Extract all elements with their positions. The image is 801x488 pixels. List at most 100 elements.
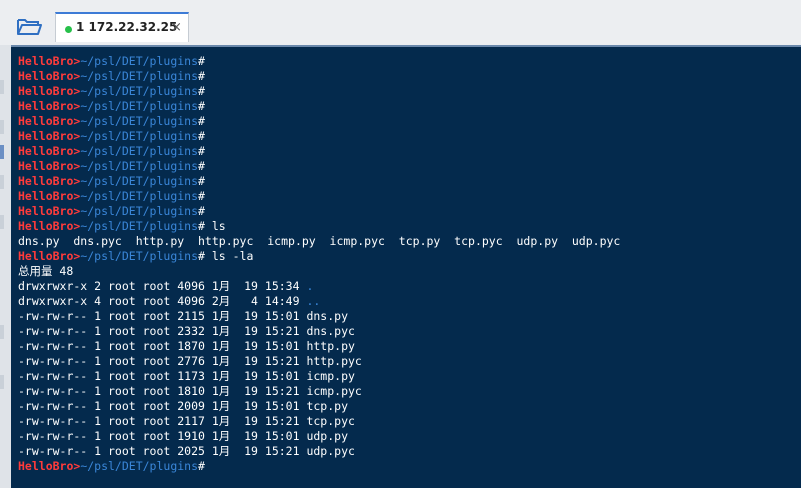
listing-name: http.py [306,339,355,353]
prompt-symbol: # [198,204,205,218]
command-text: ls -la [204,249,254,263]
listing-name: tcp.py [306,399,348,413]
listing-name: . [306,279,314,293]
prompt-line: HelloBro>~/psl/DET/plugins# [18,114,620,129]
prompt-line: HelloBro>~/psl/DET/plugins# [18,129,620,144]
connected-dot-icon [65,26,72,33]
prompt-path: ~/psl/DET/plugins [80,459,199,473]
listing-row: -rw-rw-r-- 1 root root 2332 1月 19 15:21 … [18,324,620,339]
prompt-symbol: # [198,459,205,473]
listing-meta: -rw-rw-r-- 1 root root 2115 1月 19 15:01 [18,309,307,323]
listing-row: -rw-rw-r-- 1 root root 2776 1月 19 15:21 … [18,354,620,369]
prompt-path: ~/psl/DET/plugins [80,249,199,263]
listing-meta: -rw-rw-r-- 1 root root 2117 1月 19 15:21 [18,414,307,428]
prompt-line: HelloBro>~/psl/DET/plugins# ls [18,219,620,234]
listing-meta: -rw-rw-r-- 1 root root 1810 1月 19 15:21 [18,384,307,398]
prompt-line: HelloBro>~/psl/DET/plugins# [18,174,620,189]
listing-name: tcp.pyc [306,414,355,428]
prompt-path: ~/psl/DET/plugins [80,84,199,98]
prompt-host: HelloBro> [18,69,81,83]
prompt-path: ~/psl/DET/plugins [80,189,199,203]
prompt-symbol: # [198,159,205,173]
left-panel-edge [0,45,11,488]
prompt-host: HelloBro> [18,159,81,173]
listing-meta: -rw-rw-r-- 1 root root 1173 1月 19 15:01 [18,369,307,383]
folder-open-icon[interactable] [14,14,44,40]
listing-row: -rw-rw-r-- 1 root root 2009 1月 19 15:01 … [18,399,620,414]
prompt-host: HelloBro> [18,249,81,263]
listing-meta: -rw-rw-r-- 1 root root 1910 1月 19 15:01 [18,429,307,443]
listing-row: -rw-rw-r-- 1 root root 1910 1月 19 15:01 … [18,429,620,444]
session-tab[interactable]: 1 172.22.32.25 × [55,12,189,42]
listing-meta: -rw-rw-r-- 1 root root 2332 1月 19 15:21 [18,324,307,338]
output-text: 总用量 48 [18,264,74,278]
listing-name: icmp.pyc [306,384,362,398]
prompt-line: HelloBro>~/psl/DET/plugins# [18,189,620,204]
prompt-path: ~/psl/DET/plugins [80,144,199,158]
prompt-host: HelloBro> [18,144,81,158]
prompt-path: ~/psl/DET/plugins [80,129,199,143]
listing-meta: -rw-rw-r-- 1 root root 2776 1月 19 15:21 [18,354,307,368]
prompt-host: HelloBro> [18,54,81,68]
command-text: ls [204,219,226,233]
listing-row: -rw-rw-r-- 1 root root 2115 1月 19 15:01 … [18,309,620,324]
listing-name: .. [306,294,321,308]
prompt-line: HelloBro>~/psl/DET/plugins# [18,54,620,69]
prompt-line: HelloBro>~/psl/DET/plugins# [18,144,620,159]
close-icon[interactable]: × [171,20,182,35]
prompt-line: HelloBro>~/psl/DET/plugins# [18,84,620,99]
prompt-path: ~/psl/DET/plugins [80,159,199,173]
prompt-symbol: # [198,174,205,188]
session-tab-bar: 1 172.22.32.25 × [0,0,801,45]
listing-meta: -rw-rw-r-- 1 root root 1870 1月 19 15:01 [18,339,307,353]
prompt-host: HelloBro> [18,459,81,473]
listing-row: -rw-rw-r-- 1 root root 1810 1月 19 15:21 … [18,384,620,399]
prompt-symbol: # [198,249,205,263]
prompt-symbol: # [198,84,205,98]
prompt-symbol: # [198,144,205,158]
prompt-line: HelloBro>~/psl/DET/plugins# [18,159,620,174]
listing-row: drwxrwxr-x 4 root root 4096 2月 4 14:49 .… [18,294,620,309]
terminal-lines: HelloBro>~/psl/DET/plugins# HelloBro>~/ps… [18,54,620,474]
prompt-host: HelloBro> [18,99,81,113]
prompt-path: ~/psl/DET/plugins [80,219,199,233]
listing-row: drwxrwxr-x 2 root root 4096 1月 19 15:34 … [18,279,620,294]
prompt-host: HelloBro> [18,219,81,233]
listing-name: dns.py [306,309,348,323]
prompt-line: HelloBro>~/psl/DET/plugins# [18,69,620,84]
prompt-symbol: # [198,54,205,68]
listing-meta: drwxrwxr-x 2 root root 4096 1月 19 15:34 [18,279,307,293]
listing-meta: -rw-rw-r-- 1 root root 2009 1月 19 15:01 [18,399,307,413]
listing-meta: -rw-rw-r-- 1 root root 2025 1月 19 15:21 [18,444,307,458]
prompt-path: ~/psl/DET/plugins [80,54,199,68]
listing-row: -rw-rw-r-- 1 root root 1173 1月 19 15:01 … [18,369,620,384]
prompt-path: ~/psl/DET/plugins [80,69,199,83]
prompt-host: HelloBro> [18,129,81,143]
listing-name: udp.py [306,429,348,443]
prompt-line: HelloBro>~/psl/DET/plugins# ls -la [18,249,620,264]
listing-row: -rw-rw-r-- 1 root root 2117 1月 19 15:21 … [18,414,620,429]
listing-row: -rw-rw-r-- 1 root root 1870 1月 19 15:01 … [18,339,620,354]
listing-name: dns.pyc [306,324,355,338]
prompt-host: HelloBro> [18,204,81,218]
prompt-symbol: # [198,99,205,113]
prompt-symbol: # [198,129,205,143]
terminal-output[interactable]: HelloBro>~/psl/DET/plugins# HelloBro>~/ps… [11,45,801,488]
prompt-line: HelloBro>~/psl/DET/plugins# [18,99,620,114]
prompt-symbol: # [198,219,205,233]
prompt-symbol: # [198,69,205,83]
output-line: 总用量 48 [18,264,620,279]
prompt-path: ~/psl/DET/plugins [80,174,199,188]
listing-name: icmp.py [306,369,355,383]
listing-name: http.pyc [306,354,362,368]
listing-meta: drwxrwxr-x 4 root root 4096 2月 4 14:49 [18,294,307,308]
prompt-symbol: # [198,189,205,203]
prompt-line: HelloBro>~/psl/DET/plugins# [18,459,620,474]
prompt-line: HelloBro>~/psl/DET/plugins# [18,204,620,219]
prompt-host: HelloBro> [18,189,81,203]
listing-name: udp.pyc [306,444,355,458]
prompt-symbol: # [198,114,205,128]
prompt-host: HelloBro> [18,114,81,128]
output-line: dns.py dns.pyc http.py http.pyc icmp.py … [18,234,620,249]
session-tab-title: 1 172.22.32.25 [76,20,178,34]
